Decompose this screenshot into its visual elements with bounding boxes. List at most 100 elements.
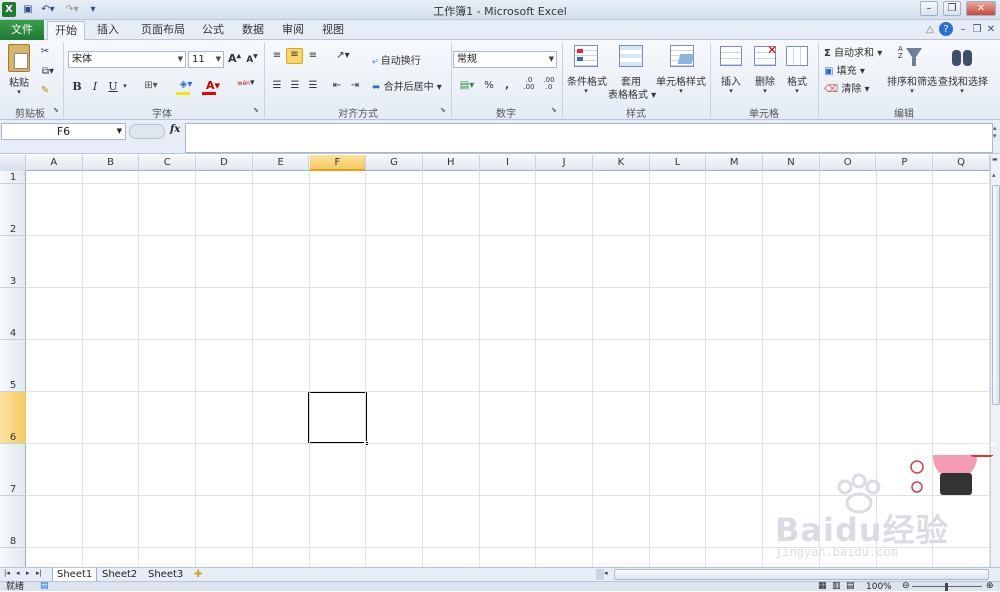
macro-record-icon[interactable]: ▤ — [40, 582, 49, 591]
page-break-view-icon[interactable]: ▤ — [846, 582, 855, 591]
comma-button[interactable]: , — [502, 80, 512, 91]
column-header-b[interactable]: B — [83, 155, 140, 171]
column-header-d[interactable]: D — [196, 155, 253, 171]
chevron-down-icon[interactable]: ▾ — [793, 87, 801, 95]
decrease-indent-icon[interactable]: ⇤ — [330, 80, 344, 91]
zoom-slider-thumb[interactable] — [945, 583, 948, 591]
column-header-f[interactable]: F — [309, 155, 367, 171]
chevron-down-icon[interactable]: ▾ — [908, 87, 916, 95]
split-box-icon[interactable]: ▬ — [992, 156, 1000, 168]
tab-page-layout[interactable]: 页面布局 — [132, 21, 194, 40]
row-header-2[interactable]: 2 — [0, 184, 26, 236]
restore-button[interactable]: ❐ — [943, 1, 961, 16]
wrap-text-button[interactable]: ⤶ 自动换行 — [372, 52, 430, 67]
column-header-i[interactable]: I — [480, 155, 537, 171]
column-header-l[interactable]: L — [650, 155, 707, 171]
minimize-button[interactable]: – — [920, 1, 938, 16]
column-header-g[interactable]: G — [366, 155, 423, 171]
column-header-p[interactable]: P — [877, 155, 934, 171]
conditional-formatting-button[interactable]: 条件格式 — [566, 73, 608, 88]
orientation-icon[interactable]: ↗▾ — [332, 50, 354, 61]
scroll-left-icon[interactable]: ◂ — [604, 569, 608, 577]
tab-file[interactable]: 文件 — [0, 20, 44, 40]
clear-button[interactable]: ⌫ 清除 ▾ — [824, 80, 870, 95]
doc-minimize-icon[interactable]: – — [957, 22, 969, 37]
paste-button[interactable]: 粘贴 — [4, 74, 34, 89]
align-left-icon[interactable]: ☰ — [270, 80, 284, 91]
font-name-combo[interactable]: 宋体 ▼ — [68, 51, 186, 68]
expand-formula-bar-icon[interactable]: ▴ ▾ — [993, 124, 1000, 150]
select-all-button[interactable] — [0, 155, 26, 171]
align-center-icon[interactable]: ☰ — [288, 80, 302, 91]
column-header-c[interactable]: C — [139, 155, 197, 171]
underline-button[interactable]: U — [108, 80, 118, 93]
font-size-combo[interactable]: 11 ▼ — [188, 51, 224, 68]
font-color-icon[interactable]: A▾ — [202, 79, 224, 92]
scroll-up-icon[interactable]: ▴ — [992, 171, 1000, 181]
find-select-button[interactable]: 查找和选择 — [937, 73, 989, 88]
chevron-down-icon[interactable]: ▾ — [727, 87, 735, 95]
doc-close-icon[interactable]: ✕ — [985, 22, 997, 37]
row-header-1[interactable]: 1 — [0, 171, 26, 184]
increase-decimal-icon[interactable]: .0 .00 — [522, 77, 536, 91]
chevron-down-icon[interactable]: ▾ — [761, 87, 769, 95]
font-launcher-icon[interactable]: ⬊ — [253, 106, 259, 114]
row-header-7[interactable]: 7 — [0, 444, 26, 496]
delete-cells-button[interactable]: 删除 — [750, 73, 780, 88]
align-bottom-icon[interactable]: ≡ — [306, 50, 320, 61]
tab-home[interactable]: 开始 — [47, 21, 85, 41]
help-icon[interactable]: ? — [939, 22, 953, 36]
chevron-down-icon[interactable]: ▾ — [121, 82, 129, 90]
first-sheet-icon[interactable]: |◂ — [4, 569, 10, 577]
prev-sheet-icon[interactable]: ◂ — [16, 569, 20, 577]
cell-grid[interactable] — [26, 171, 990, 567]
close-button[interactable]: ✕ — [966, 1, 996, 16]
insert-function-icon[interactable]: fx — [170, 124, 184, 139]
tab-split-handle[interactable] — [596, 569, 604, 580]
cell-styles-button[interactable]: 单元格样式 — [656, 73, 706, 88]
paste-dropdown-icon[interactable]: ▾ — [14, 88, 24, 96]
tab-review[interactable]: 审阅 — [276, 21, 310, 40]
horizontal-scroll-thumb[interactable] — [614, 569, 989, 580]
autosum-button[interactable]: Σ 自动求和 ▾ — [824, 44, 886, 59]
currency-icon[interactable]: ▤▾ — [456, 80, 478, 91]
format-cells-button[interactable]: 格式 — [782, 73, 812, 88]
grow-font-icon[interactable]: A▲ — [228, 52, 241, 65]
border-icon[interactable]: ⊞▾ — [140, 80, 162, 91]
increase-indent-icon[interactable]: ⇥ — [348, 80, 362, 91]
tab-data[interactable]: 数据 — [236, 21, 270, 40]
decrease-decimal-icon[interactable]: .00 .0 — [542, 77, 556, 91]
chevron-down-icon[interactable]: ▾ — [958, 87, 966, 95]
row-header-6[interactable]: 6 — [0, 392, 26, 444]
format-painter-icon[interactable]: ✎ — [38, 85, 52, 96]
merge-center-button[interactable]: ⬌ 合并后居中 ▾ — [372, 78, 450, 93]
vertical-scroll-thumb[interactable] — [992, 185, 1000, 405]
clipboard-launcher-icon[interactable]: ⬊ — [53, 106, 59, 114]
sheet-tab-2[interactable]: Sheet2 — [98, 568, 141, 582]
chevron-down-icon[interactable]: ▾ — [677, 87, 685, 95]
number-launcher-icon[interactable]: ⬊ — [551, 106, 557, 114]
percent-button[interactable]: % — [484, 80, 494, 91]
bold-button[interactable]: B — [72, 80, 82, 93]
tab-view[interactable]: 视图 — [316, 21, 350, 40]
name-box[interactable]: F6 ▼ — [1, 123, 126, 140]
zoom-in-icon[interactable]: ⊕ — [986, 582, 994, 591]
shrink-font-icon[interactable]: A▼ — [246, 53, 258, 65]
column-header-j[interactable]: J — [536, 155, 593, 171]
fill-color-icon[interactable]: ◈▾ — [174, 79, 198, 90]
chevron-down-icon[interactable]: ▾ — [582, 87, 590, 95]
column-header-n[interactable]: N — [763, 155, 820, 171]
row-header-4[interactable]: 4 — [0, 288, 26, 340]
next-sheet-icon[interactable]: ▸ — [26, 569, 30, 577]
doc-restore-icon[interactable]: ❐ — [971, 22, 983, 37]
zoom-out-icon[interactable]: ⊖ — [902, 582, 910, 591]
column-header-h[interactable]: H — [423, 155, 480, 171]
format-as-table-button[interactable]: 表格格式 ▾ — [608, 86, 656, 101]
align-right-icon[interactable]: ☰ — [306, 80, 320, 91]
cut-icon[interactable]: ✂ — [38, 46, 52, 57]
column-header-m[interactable]: M — [706, 155, 764, 171]
sheet-tab-1[interactable]: Sheet1 — [52, 568, 98, 582]
alignment-launcher-icon[interactable]: ⬊ — [440, 106, 446, 114]
last-sheet-icon[interactable]: ▸| — [36, 569, 42, 577]
tab-formulas[interactable]: 公式 — [196, 21, 230, 40]
